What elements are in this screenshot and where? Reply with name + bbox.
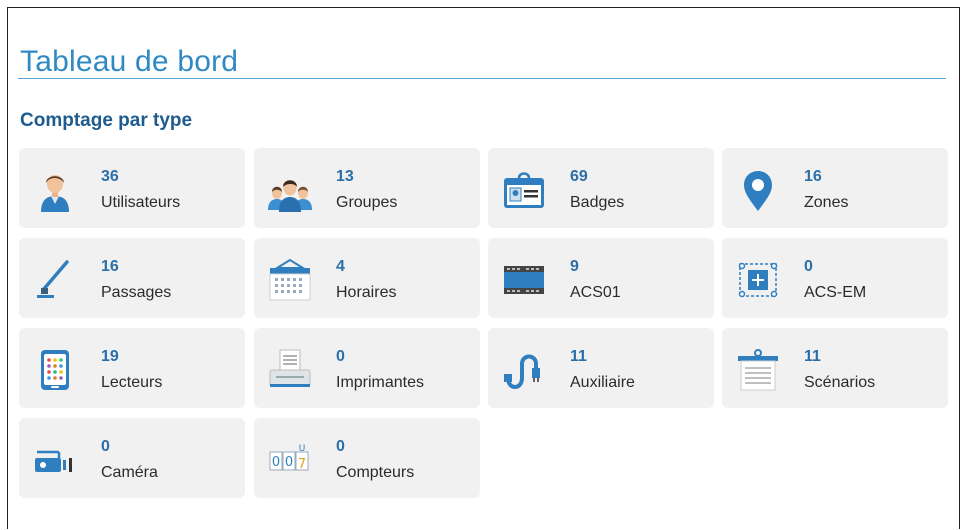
tile-horaires[interactable]: 4 Horaires [254, 238, 480, 318]
tile-label: Passages [101, 284, 172, 301]
calendar-icon [268, 258, 312, 302]
tile-label: Zones [804, 194, 849, 211]
tile-auxiliaire[interactable]: 11 Auxiliaire [488, 328, 714, 408]
counter-icon: 0 0 7 U [268, 438, 312, 482]
tile-compteurs[interactable]: 0 0 7 U 0 Compteurs [254, 418, 480, 498]
tile-count: 11 [804, 348, 821, 365]
tile-count: 0 [804, 258, 813, 275]
tile-count: 11 [570, 348, 587, 365]
printer-icon [268, 348, 312, 392]
tile-passages[interactable]: 16 Passages [19, 238, 245, 318]
camera-icon [33, 438, 77, 482]
tile-label: ACS01 [570, 284, 621, 301]
tile-label: Caméra [101, 464, 158, 481]
user-icon [33, 168, 77, 212]
svg-text:0: 0 [285, 455, 293, 470]
tile-label: Scénarios [804, 374, 876, 391]
section-title: Comptage par type [20, 110, 193, 131]
tile-utilisateurs[interactable]: 36 Utilisateurs [19, 148, 245, 228]
tile-groupes[interactable]: 13 Groupes [254, 148, 480, 228]
auxiliary-connector-icon [502, 348, 546, 392]
tile-count: 16 [101, 258, 119, 275]
tile-label: Groupes [336, 194, 398, 211]
tile-count: 36 [101, 168, 119, 185]
expansion-module-icon [736, 258, 780, 302]
tile-label: Imprimantes [336, 374, 425, 391]
tile-label: Horaires [336, 284, 397, 301]
tile-imprimantes[interactable]: 0 Imprimantes [254, 328, 480, 408]
tile-count: 69 [570, 168, 588, 185]
controller-module-icon [502, 258, 546, 302]
svg-text:U: U [299, 444, 306, 454]
tile-zones[interactable]: 16 Zones [722, 148, 948, 228]
tile-count: 9 [570, 258, 579, 275]
tile-acs-em[interactable]: 0 ACS-EM [722, 238, 948, 318]
tile-label: Badges [570, 194, 625, 211]
page-title: Tableau de bord [20, 45, 239, 78]
tile-label: Lecteurs [101, 374, 163, 391]
tile-label: Utilisateurs [101, 194, 181, 211]
title-divider [18, 78, 946, 79]
tile-label: Compteurs [336, 464, 415, 481]
tile-count: 13 [336, 168, 354, 185]
tile-count: 19 [101, 348, 119, 365]
group-icon [268, 168, 312, 212]
badge-icon [502, 168, 546, 212]
tile-count: 0 [336, 438, 345, 455]
scenario-clipboard-icon [736, 348, 780, 392]
tile-count: 16 [804, 168, 822, 185]
tile-count: 0 [101, 438, 110, 455]
svg-text:7: 7 [298, 457, 306, 472]
svg-text:0: 0 [272, 455, 280, 470]
tile-lecteurs[interactable]: 19 Lecteurs [19, 328, 245, 408]
tile-label: Auxiliaire [570, 374, 635, 391]
tile-count: 0 [336, 348, 345, 365]
location-pin-icon [736, 168, 780, 212]
tile-scenarios[interactable]: 11 Scénarios [722, 328, 948, 408]
tile-count: 4 [336, 258, 345, 275]
barrier-gate-icon [33, 258, 77, 302]
reader-keypad-icon [33, 348, 77, 392]
tile-acs01[interactable]: 9 ACS01 [488, 238, 714, 318]
tile-camera[interactable]: 0 Caméra [19, 418, 245, 498]
tile-label: ACS-EM [804, 284, 867, 301]
tile-badges[interactable]: 69 Badges [488, 148, 714, 228]
